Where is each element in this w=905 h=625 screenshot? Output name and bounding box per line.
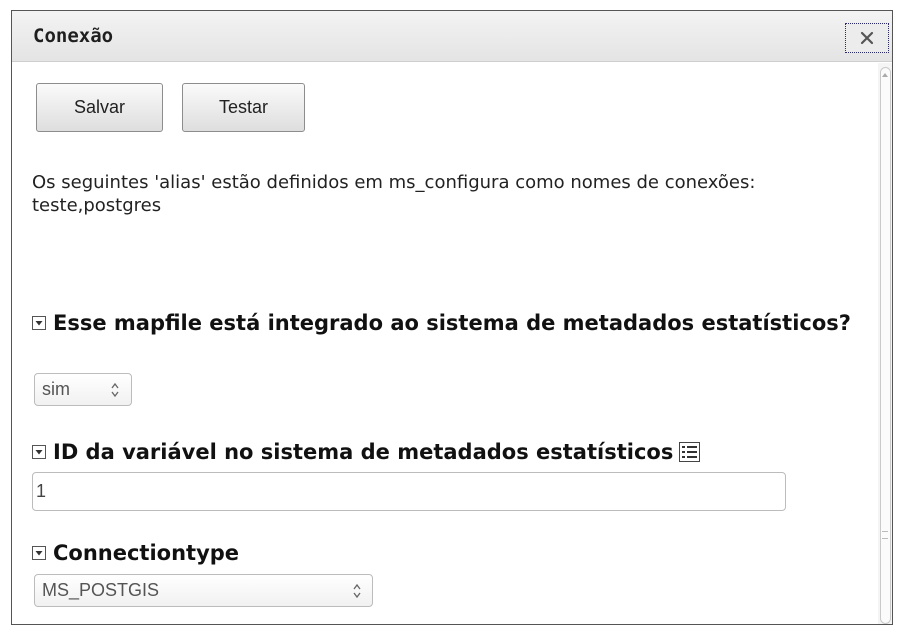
dialog-title: Conexão (33, 25, 114, 47)
connectiontype-label: Connectiontype (32, 540, 432, 567)
scrollbar-track[interactable] (880, 67, 891, 624)
collapse-icon[interactable] (32, 545, 46, 560)
metadata-integration-select[interactable]: sim (34, 373, 132, 406)
connectiontype-select[interactable]: MS_POSTGIS (34, 574, 373, 607)
variable-id-label-text: ID da variável no sistema de metadados e… (53, 440, 674, 464)
collapse-icon[interactable] (32, 315, 46, 330)
select-arrows-icon (111, 382, 119, 398)
metadata-integration-label-text: Esse mapfile está integrado ao sistema d… (53, 311, 851, 335)
scrollbar-grip-icon[interactable] (882, 531, 888, 539)
variable-id-input[interactable]: 1 (32, 472, 786, 511)
variable-id-label: ID da variável no sistema de metadados e… (32, 439, 882, 466)
connectiontype-value: MS_POSTGIS (42, 580, 160, 600)
close-icon (860, 31, 874, 45)
test-button[interactable]: Testar (182, 83, 305, 132)
scroll-up-icon[interactable] (882, 73, 888, 77)
close-button[interactable] (845, 23, 889, 53)
list-icon[interactable] (679, 441, 701, 462)
connection-dialog: Conexão Salvar Testar Os seguintes 'alia… (11, 10, 893, 625)
connections-info-text: Os seguintes 'alias' estão definidos em … (32, 172, 756, 216)
vertical-scrollbar[interactable] (878, 63, 892, 624)
metadata-integration-label: Esse mapfile está integrado ao sistema d… (32, 310, 852, 337)
collapse-icon[interactable] (32, 444, 46, 459)
select-arrows-icon (353, 583, 361, 599)
metadata-integration-value: sim (42, 379, 70, 399)
connectiontype-label-text: Connectiontype (53, 541, 240, 565)
save-button[interactable]: Salvar (36, 83, 163, 132)
dialog-titlebar[interactable]: Conexão (12, 11, 892, 62)
